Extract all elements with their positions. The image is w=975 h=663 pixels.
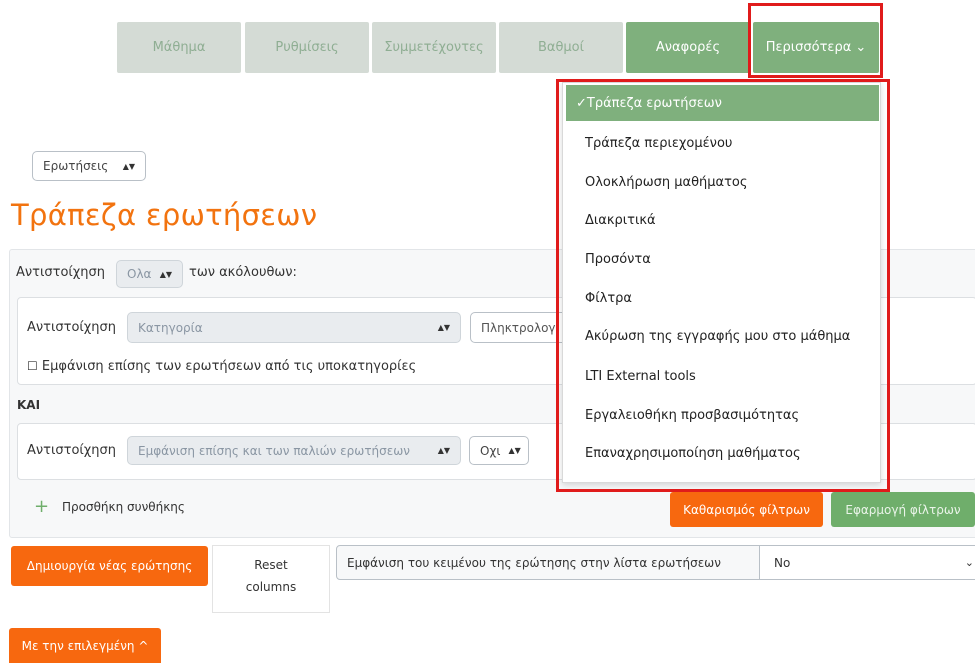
select-arrows-icon: ▲▼ [508,446,521,455]
tab-participants[interactable]: Συμμετέχοντες [372,22,496,73]
menu-item-accessibility-toolkit[interactable]: Εργαλειοθήκη προσβασιμότητας [563,397,880,433]
apply-filters-button[interactable]: Εφαρμογή φίλτρων [831,492,975,527]
show-question-text-value: No [774,555,791,570]
menu-item-question-bank[interactable]: ✓Τράπεζα ερωτήσεων [566,85,879,121]
match-all-value: Ολα [127,267,152,281]
chevron-down-icon: ⌄ [964,556,974,569]
menu-item-lti-tools[interactable]: LTI External tools [563,358,880,394]
match-suffix: των ακόλουθων: [189,265,297,280]
show-question-text-label: Εμφάνιση του κειμένου της ερώτησης στην … [336,545,760,580]
menu-item-unenrol[interactable]: Ακύρωση της εγγραφής μου στο μάθημα [563,318,880,354]
with-selected-button[interactable]: Με την επιλεγμένη ^ [9,628,161,663]
select-arrows-icon: ▲▼ [437,323,450,332]
match-all-select[interactable]: Ολα ▲▼ [116,260,183,288]
create-question-button[interactable]: Δημιουργία νέας ερώτησης [11,546,208,586]
reset-columns-line1: Reset [254,558,288,572]
select-arrows-icon: ▲▼ [159,269,172,279]
tab-grades[interactable]: Βαθμοί [499,22,623,73]
select-arrows-icon: ▲▼ [437,446,450,455]
category-select-value: Κατηγορία [138,320,203,335]
show-question-text-select[interactable]: No ⌄ [759,545,975,580]
menu-item-content-bank[interactable]: Τράπεζα περιεχομένου [563,125,880,161]
condition-match-label: Αντιστοίχηση [27,443,117,458]
menu-item-course-reuse[interactable]: Επαναχρησιμοποίηση μαθήματος [563,435,880,471]
old-questions-value: Εμφάνιση επίσης και των παλιών ερωτήσεων [138,443,411,458]
tab-settings[interactable]: Ρυθμίσεις [245,22,369,73]
menu-item-badges[interactable]: Διακριτικά [563,202,880,238]
condition-match-label: Αντιστοίχηση [27,320,117,335]
reset-columns-line2: columns [245,580,297,594]
add-condition-link[interactable]: Προσθήκη συνθήκης [62,500,185,514]
reset-columns-button[interactable]: Reset columns [212,545,330,613]
tab-reports[interactable]: Αναφορές [626,22,750,73]
no-select-value: Οχι [480,443,501,458]
menu-item-course-completion[interactable]: Ολοκλήρωση μαθήματος [563,164,880,200]
no-select[interactable]: Οχι ▲▼ [469,436,529,465]
questions-select[interactable]: Ερωτήσεις ▲▼ [32,151,146,181]
plus-icon[interactable]: + [34,498,49,516]
menu-item-competencies[interactable]: Προσόντα [563,241,880,277]
page-title: Τράπεζα ερωτήσεων [11,198,318,232]
keyword-input-placeholder: Πληκτρολογ [481,320,556,335]
match-label: Αντιστοίχηση [16,265,106,280]
questions-select-value: Ερωτήσεις [43,159,109,173]
subcategories-checkbox-row[interactable]: ☐ Εμφάνιση επίσης των ερωτήσεων από τις … [27,359,416,374]
old-questions-select[interactable]: Εμφάνιση επίσης και των παλιών ερωτήσεων… [127,436,461,465]
subcategories-label: Εμφάνιση επίσης των ερωτήσεων από τις υπ… [41,359,417,374]
menu-item-filters[interactable]: Φίλτρα [563,280,880,316]
tab-more[interactable]: Περισσότερα ⌄ [753,22,879,73]
category-select[interactable]: Κατηγορία ▲▼ [127,312,461,343]
select-arrows-icon: ▲▼ [122,161,135,171]
more-dropdown-menu: ✓Τράπεζα ερωτήσεων Τράπεζα περιεχομένου … [562,82,881,483]
and-label: ΚΑΙ [17,398,41,412]
tab-course[interactable]: Μάθημα [117,22,241,73]
clear-filters-button[interactable]: Καθαρισμός φίλτρων [670,492,823,527]
checkbox-icon[interactable]: ☐ [27,359,38,373]
